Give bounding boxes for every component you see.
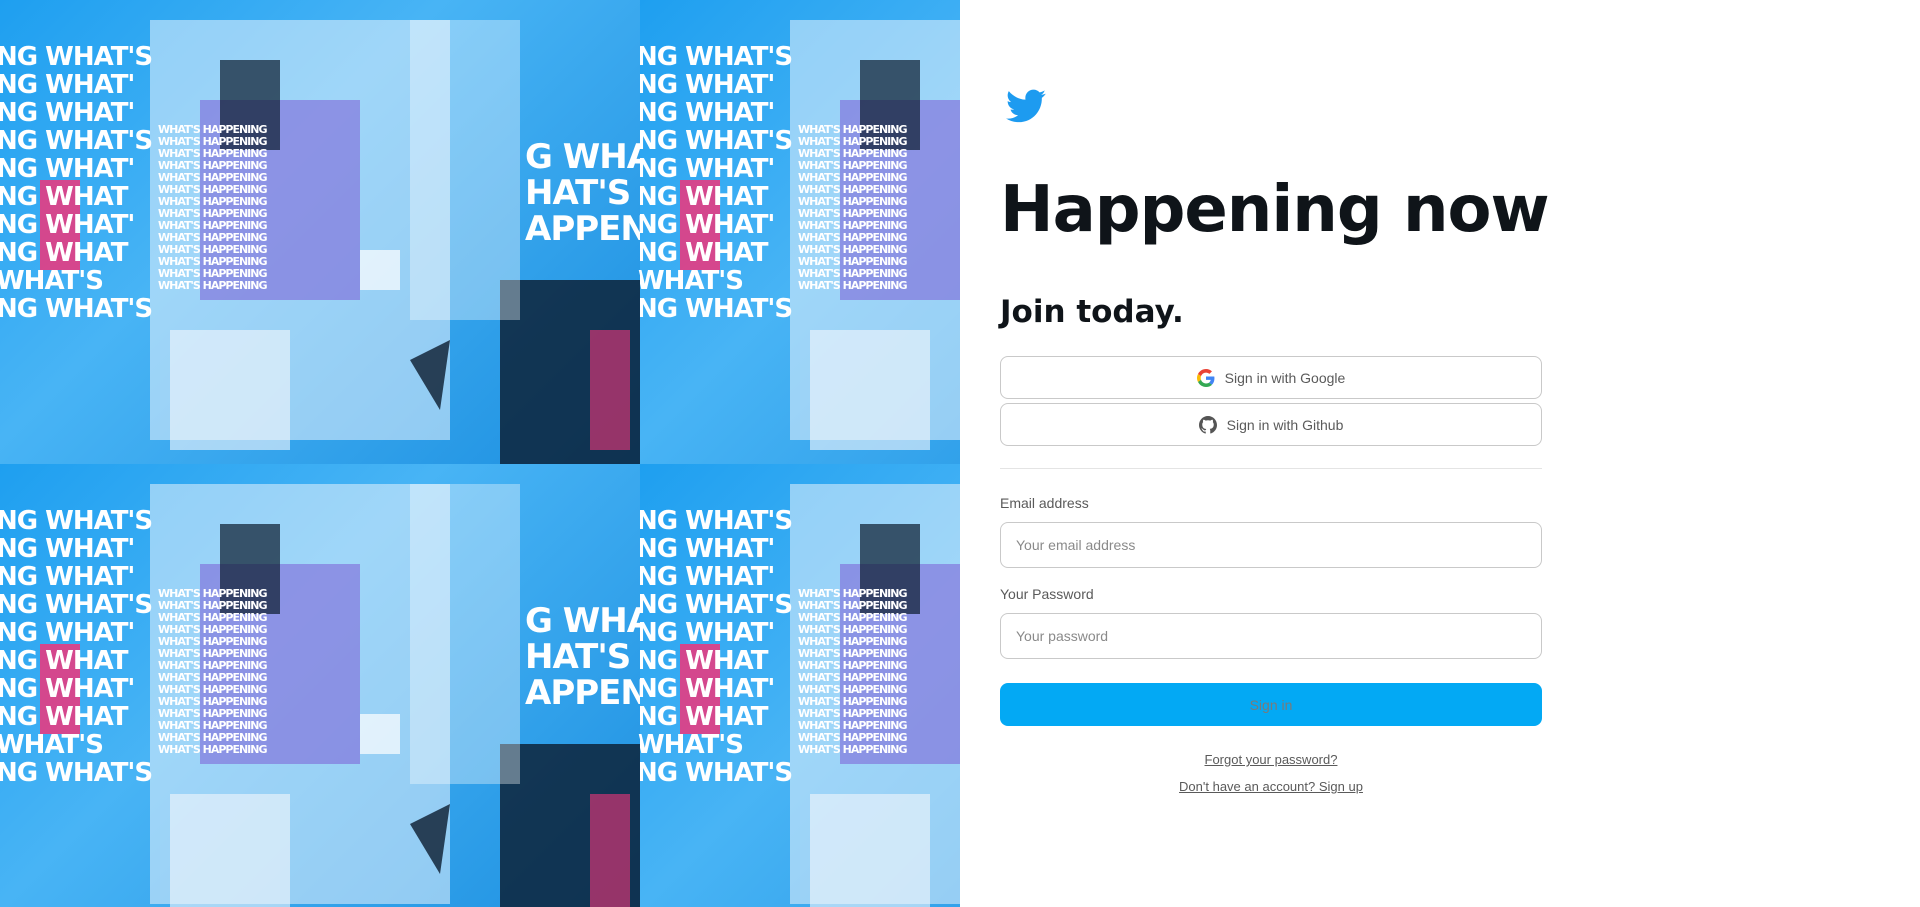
hero-collage: NG WHAT'S NG WHAT' NG WHAT' NG WHAT'S NG WHA… [0, 0, 960, 907]
collage-text-stack: WHAT'S HAPPENING WHAT'S HAPPENING WHAT'S H… [798, 123, 908, 292]
page-headline: Happening now [1000, 173, 1550, 247]
collage-text-stack: NG WHAT'SNG WHAT'NG WHAT'NG WHAT'SNG WHA… [640, 42, 793, 324]
texture-patch [410, 484, 520, 784]
collage-tile: NG WHAT'S NG WHAT' NG WHAT' NG WHAT'S NG WHA… [640, 0, 960, 464]
login-form: Sign in with Google Sign in with Github … [1000, 356, 1542, 806]
collage-text-stack: G WHAHAT'S HAAPPENI [525, 137, 640, 249]
google-signin-label: Sign in with Google [1224, 369, 1346, 386]
twitter-bird-icon [1006, 89, 1046, 123]
texture-patch [590, 330, 630, 450]
texture-patch [810, 794, 930, 907]
password-label: Your Password [1000, 586, 1094, 602]
texture-patch [410, 20, 520, 320]
google-icon [1196, 368, 1215, 387]
github-icon [1198, 415, 1217, 434]
login-panel: Happening now Join today. Sign in with G… [960, 0, 1920, 907]
github-signin-button[interactable]: Sign in with Github [1000, 403, 1542, 446]
collage-text-stack: NG WHAT'SNG WHAT'NG WHAT'NG WHAT'SNG WHA… [640, 506, 793, 788]
collage-text-stack: NG WHAT'SNG WHAT'NG WHAT'NG WHAT'SNG WHA… [0, 506, 153, 788]
email-field[interactable] [1000, 522, 1542, 568]
divider [1000, 468, 1542, 469]
github-signin-label: Sign in with Github [1226, 416, 1344, 433]
collage-text-stack: G WHAHAT'S HAAPPENI [525, 601, 640, 713]
collage-tile: NG WHAT'S NG WHAT' NG WHAT' NG WHAT'S NG WHA… [0, 464, 640, 907]
sign-in-button[interactable]: Sign in [1000, 683, 1542, 726]
texture-patch [810, 330, 930, 450]
texture-patch [170, 330, 290, 450]
collage-text-stack: WHAT'S HAPPENING WHAT'S HAPPENING WHAT'S H… [158, 123, 268, 292]
login-page: NG WHAT'S NG WHAT' NG WHAT' NG WHAT'S NG WHA… [0, 0, 1920, 907]
texture-patch [360, 714, 400, 754]
collage-text-stack: NG WHAT'SNG WHAT'NG WHAT'NG WHAT'SNG WHA… [0, 42, 153, 324]
collage-text-stack: WHAT'S HAPPENING WHAT'S HAPPENING WHAT'S H… [158, 587, 268, 756]
collage-tile: NG WHAT'S NG WHAT' NG WHAT' NG WHAT'S NG WHA… [0, 0, 640, 464]
sign-up-link[interactable]: Don't have an account? Sign up [1000, 779, 1542, 794]
collage-tile: NG WHAT'S NG WHAT' NG WHAT' NG WHAT'S NG WHA… [640, 464, 960, 907]
texture-patch [590, 794, 630, 907]
texture-patch [360, 250, 400, 290]
email-label: Email address [1000, 495, 1089, 511]
password-field[interactable] [1000, 613, 1542, 659]
forgot-password-link[interactable]: Forgot your password? [1000, 752, 1542, 767]
collage-text-stack: WHAT'S HAPPENING WHAT'S HAPPENING WHAT'S H… [798, 587, 908, 756]
auth-links: Forgot your password? Don't have an acco… [1000, 752, 1542, 794]
google-signin-button[interactable]: Sign in with Google [1000, 356, 1542, 399]
texture-patch [170, 794, 290, 907]
page-subheading: Join today. [1000, 294, 1184, 330]
